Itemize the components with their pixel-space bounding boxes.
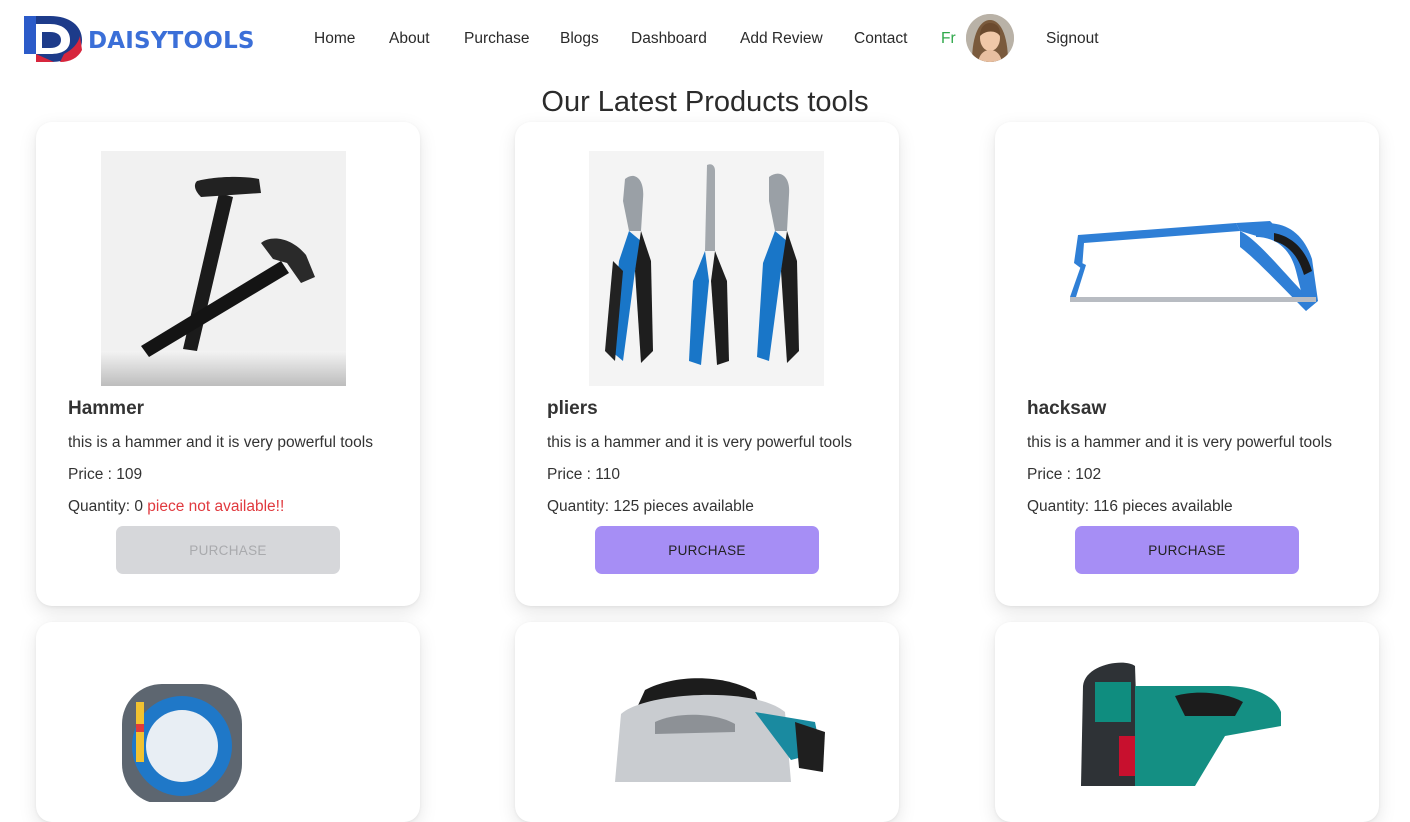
product-price: Price : 110 <box>547 466 620 483</box>
language-toggle[interactable]: Fr <box>941 30 956 48</box>
product-quantity: Quantity: 0 piece not available!! <box>68 498 284 516</box>
product-image-nail-gun <box>1075 656 1295 786</box>
navbar: DAISYTOOLS Home About Purchase Blogs Das… <box>0 0 1410 80</box>
signout-link[interactable]: Signout <box>1046 30 1099 48</box>
quantity-value: Quantity: 0 <box>68 498 143 515</box>
nav-dashboard[interactable]: Dashboard <box>631 30 707 48</box>
product-price: Price : 109 <box>68 466 143 483</box>
hammer-icon <box>101 151 346 386</box>
availability-warning: piece not available!! <box>147 498 285 515</box>
quantity-value: Quantity: 125 <box>547 498 640 515</box>
user-avatar[interactable] <box>966 14 1014 62</box>
product-card-hammer: Hammer this is a hammer and it is very p… <box>36 122 420 606</box>
product-description: this is a hammer and it is very powerful… <box>68 434 373 451</box>
product-name: Hammer <box>68 398 145 419</box>
nav-contact[interactable]: Contact <box>854 30 907 48</box>
tape-measure-icon <box>122 684 242 802</box>
product-card-nail-gun <box>995 622 1379 822</box>
purchase-button[interactable]: PURCHASE <box>1075 526 1299 574</box>
product-description: this is a hammer and it is very powerful… <box>1027 434 1332 451</box>
product-card-pliers: pliers this is a hammer and it is very p… <box>515 122 899 606</box>
page-title: Our Latest Products tools <box>541 86 869 118</box>
nail-gun-icon <box>1081 662 1281 786</box>
quantity-value: Quantity: 116 <box>1027 498 1119 515</box>
purchase-button[interactable]: PURCHASE <box>595 526 819 574</box>
product-card-hacksaw: hacksaw this is a hammer and it is very … <box>995 122 1379 606</box>
nav-add-review[interactable]: Add Review <box>740 30 823 48</box>
product-name: hacksaw <box>1027 398 1107 419</box>
product-image-hacksaw <box>1060 151 1330 386</box>
nav-about[interactable]: About <box>389 30 430 48</box>
product-image-circular-saw <box>585 672 835 782</box>
pliers-icon <box>589 151 824 386</box>
avatar-photo-icon <box>966 14 1014 62</box>
circular-saw-icon <box>615 678 825 782</box>
product-name: pliers <box>547 398 598 419</box>
product-image-hammer <box>101 151 346 386</box>
nav-blogs[interactable]: Blogs <box>560 30 599 48</box>
product-image-pliers <box>589 151 824 386</box>
purchase-button-disabled[interactable]: PURCHASE <box>116 526 340 574</box>
product-quantity: Quantity: 116 pieces available <box>1027 498 1233 516</box>
product-quantity: Quantity: 125 pieces available <box>547 498 754 516</box>
nav-purchase[interactable]: Purchase <box>464 30 529 48</box>
availability-status: pieces available <box>643 498 754 515</box>
product-image-tape-measure <box>106 662 266 802</box>
product-card-circular-saw <box>515 622 899 822</box>
product-description: this is a hammer and it is very powerful… <box>547 434 852 451</box>
nav-home[interactable]: Home <box>314 30 355 48</box>
product-card-tape-measure <box>36 622 420 822</box>
hacksaw-icon <box>1060 151 1330 386</box>
product-price: Price : 102 <box>1027 466 1102 483</box>
availability-status: pieces available <box>1122 498 1233 515</box>
